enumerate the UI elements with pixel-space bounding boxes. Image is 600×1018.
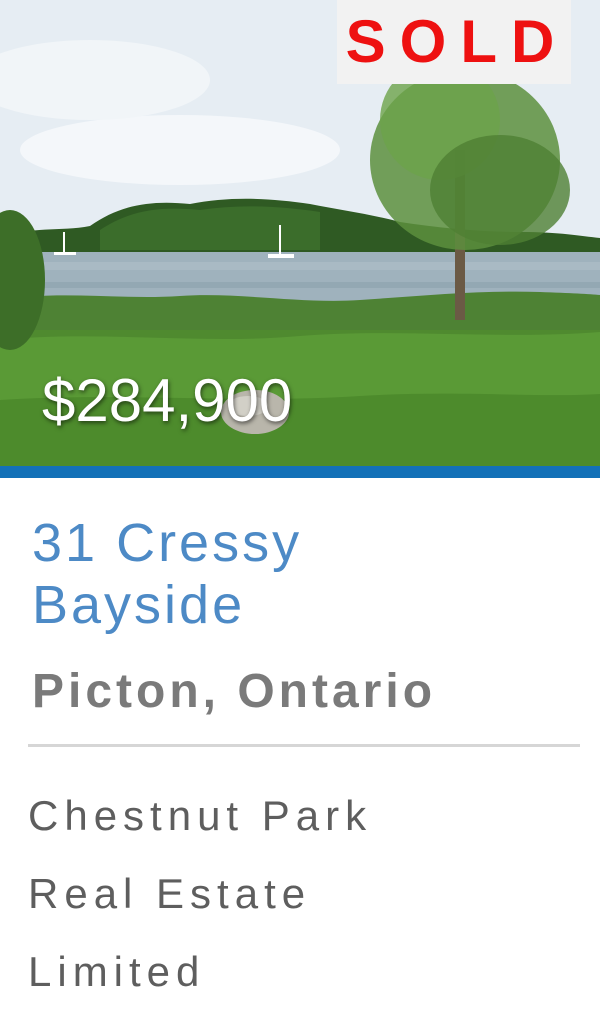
address-line-2: Bayside <box>32 575 246 635</box>
property-photo[interactable]: SOLD $284,900 <box>0 0 600 466</box>
brokerage-line-3: Limited <box>28 948 206 995</box>
brokerage-line-2: Real Estate <box>28 870 312 917</box>
brokerage-line-1: Chestnut Park <box>28 792 373 839</box>
section-divider <box>28 744 580 747</box>
sold-badge: SOLD <box>337 0 571 84</box>
accent-divider-bar <box>0 466 600 478</box>
address-line-1: 31 Cressy <box>32 513 303 573</box>
listing-info: 31 Cressy Bayside Picton, Ontario Chestn… <box>0 512 600 1011</box>
listing-address-link[interactable]: 31 Cressy Bayside <box>32 512 580 636</box>
listing-city: Picton, Ontario <box>32 665 437 718</box>
listing-price: $284,900 <box>42 367 293 434</box>
brokerage-name: Chestnut Park Real Estate Limited <box>28 777 580 1011</box>
listing-card[interactable]: SOLD $284,900 31 Cressy Bayside Picton, … <box>0 0 600 1018</box>
